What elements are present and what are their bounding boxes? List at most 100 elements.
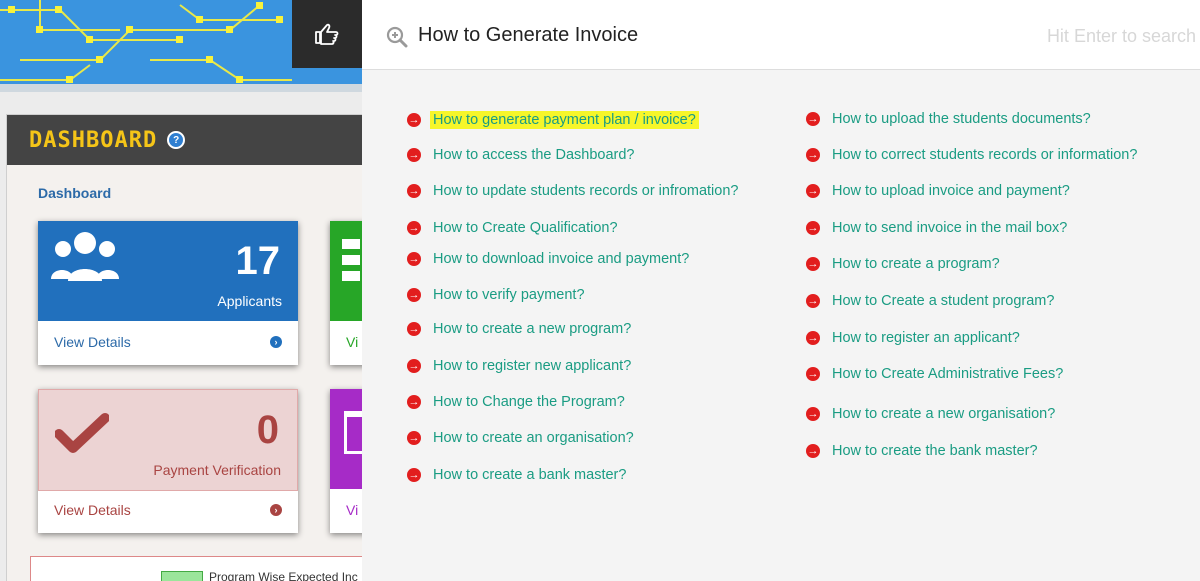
arrow-circle-right-icon: → xyxy=(407,359,421,373)
arrow-circle-right-icon: → xyxy=(806,407,820,421)
applicants-label: Applicants xyxy=(217,293,282,309)
faq-link-left[interactable]: → How to generate payment plan / invoice? xyxy=(407,111,699,129)
arrow-circle-right-icon: → xyxy=(806,367,820,381)
faq-link-text[interactable]: How to create a new organisation? xyxy=(832,406,1055,422)
faq-link-left[interactable]: → How to create an organisation? xyxy=(407,430,634,446)
partial-footer-label: Vi xyxy=(346,502,359,518)
faq-link-text[interactable]: How to download invoice and payment? xyxy=(433,251,689,267)
view-details-label: View Details xyxy=(54,502,131,518)
faq-link-text[interactable]: How to verify payment? xyxy=(433,287,585,303)
faq-link-right[interactable]: → How to Create a student program? xyxy=(806,293,1054,309)
faq-link-left[interactable]: → How to create a new program? xyxy=(407,321,631,337)
faq-link-left[interactable]: → How to register new applicant? xyxy=(407,358,631,374)
arrow-circle-right-icon: → xyxy=(407,322,421,336)
faq-link-text[interactable]: How to register new applicant? xyxy=(433,358,631,374)
faq-link-text[interactable]: How to send invoice in the mail box? xyxy=(832,220,1067,236)
arrow-circle-right-icon: → xyxy=(407,252,421,266)
breadcrumb[interactable]: Dashboard xyxy=(38,185,111,201)
faq-link-left[interactable]: → How to update students records or infro… xyxy=(407,183,738,199)
dashboard-title: DASHBOARD xyxy=(29,127,158,153)
partial-view-details[interactable]: Vi xyxy=(330,319,362,365)
arrow-circle-right-icon: → xyxy=(407,221,421,235)
arrow-right-circle-icon: › xyxy=(270,504,282,516)
arrow-circle-right-icon: → xyxy=(806,331,820,345)
faq-link-text[interactable]: How to Create Administrative Fees? xyxy=(832,366,1063,382)
faq-link-text[interactable]: How to update students records or infrom… xyxy=(433,183,738,199)
partial-footer-label: Vi xyxy=(346,334,359,350)
payment-card-top: 0 Payment Verification xyxy=(38,389,298,491)
dashboard-panel: DASHBOARD ? Dashboard 17 Applicants View… xyxy=(6,114,362,581)
faq-link-text[interactable]: How to generate payment plan / invoice? xyxy=(430,111,699,129)
faq-link-right[interactable]: → How to create the bank master? xyxy=(806,443,1038,459)
faq-link-left[interactable]: → How to access the Dashboard? xyxy=(407,147,635,163)
arrow-right-circle-icon: › xyxy=(270,336,282,348)
faq-link-left[interactable]: → How to Create Qualification? xyxy=(407,220,618,236)
payment-view-details[interactable]: View Details › xyxy=(38,487,298,533)
arrow-circle-right-icon: → xyxy=(806,148,820,162)
faq-link-right[interactable]: → How to upload the students documents? xyxy=(806,111,1091,127)
view-details-label: View Details xyxy=(54,334,131,350)
arrow-circle-right-icon: → xyxy=(806,112,820,126)
arrow-circle-right-icon: → xyxy=(407,148,421,162)
arrow-circle-right-icon: → xyxy=(806,184,820,198)
faq-link-text[interactable]: How to access the Dashboard? xyxy=(433,147,635,163)
help-overlay: How to Generate Invoice Hit Enter to sea… xyxy=(362,0,1200,581)
faq-link-text[interactable]: How to create a program? xyxy=(832,256,1000,272)
arrow-circle-right-icon: → xyxy=(407,288,421,302)
faq-link-text[interactable]: How to correct students records or infor… xyxy=(832,147,1137,163)
faq-link-left[interactable]: → How to verify payment? xyxy=(407,287,585,303)
payment-verification-count: 0 xyxy=(256,408,279,452)
pointer-hand-button[interactable] xyxy=(292,0,362,68)
partial-green-card: Vi xyxy=(330,221,362,365)
hand-pointer-icon xyxy=(315,23,339,45)
faq-link-text[interactable]: How to register an applicant? xyxy=(832,330,1020,346)
faq-link-right[interactable]: → How to create a new organisation? xyxy=(806,406,1055,422)
faq-link-text[interactable]: How to upload the students documents? xyxy=(832,111,1091,127)
help-search-bar[interactable]: How to Generate Invoice Hit Enter to sea… xyxy=(362,0,1200,70)
partial-purple-card: Vi xyxy=(330,389,362,533)
applicants-view-details[interactable]: View Details › xyxy=(38,319,298,365)
faq-link-left[interactable]: → How to Change the Program? xyxy=(407,394,625,410)
faq-link-left[interactable]: → How to create a bank master? xyxy=(407,467,626,483)
chart-legend-label: Program Wise Expected Inc xyxy=(209,570,358,581)
applicants-card-top: 17 Applicants xyxy=(38,221,298,321)
arrow-circle-right-icon: → xyxy=(407,468,421,482)
dashboard-background: DASHBOARD ? Dashboard 17 Applicants View… xyxy=(0,0,362,581)
faq-link-right[interactable]: → How to send invoice in the mail box? xyxy=(806,220,1067,236)
faq-link-text[interactable]: How to create an organisation? xyxy=(433,430,634,446)
faq-link-right[interactable]: → How to Create Administrative Fees? xyxy=(806,366,1063,382)
arrow-circle-right-icon: → xyxy=(806,444,820,458)
partial-view-details[interactable]: Vi xyxy=(330,487,362,533)
arrow-circle-right-icon: → xyxy=(407,395,421,409)
faq-link-right[interactable]: → How to upload invoice and payment? xyxy=(806,183,1070,199)
applicants-count: 17 xyxy=(235,239,281,283)
arrow-circle-right-icon: → xyxy=(806,221,820,235)
faq-link-text[interactable]: How to upload invoice and payment? xyxy=(832,183,1070,199)
arrow-circle-right-icon: → xyxy=(407,431,421,445)
chart-panel: Program Wise Expected Inc xyxy=(30,556,362,581)
faq-link-right[interactable]: → How to create a program? xyxy=(806,256,1000,272)
payment-verification-card: 0 Payment Verification View Details › xyxy=(38,389,298,533)
faq-link-right[interactable]: → How to correct students records or info… xyxy=(806,147,1137,163)
search-query[interactable]: How to Generate Invoice xyxy=(418,24,638,47)
arrow-circle-right-icon: → xyxy=(407,113,421,127)
question-circle-icon[interactable]: ? xyxy=(167,131,186,149)
dashboard-header: DASHBOARD ? xyxy=(7,115,362,165)
checkmark-icon xyxy=(55,413,109,453)
faq-link-text[interactable]: How to create a bank master? xyxy=(433,467,626,483)
faq-link-left[interactable]: → How to download invoice and payment? xyxy=(407,251,689,267)
arrow-circle-right-icon: → xyxy=(806,257,820,271)
faq-link-right[interactable]: → How to register an applicant? xyxy=(806,330,1020,346)
faq-link-text[interactable]: How to Create Qualification? xyxy=(433,220,618,236)
zoom-in-icon xyxy=(386,26,408,48)
faq-link-text[interactable]: How to create a new program? xyxy=(433,321,631,337)
arrow-circle-right-icon: → xyxy=(806,294,820,308)
payment-verification-label: Payment Verification xyxy=(153,462,281,478)
list-icon-area xyxy=(330,221,362,321)
legend-swatch xyxy=(161,571,203,581)
arrow-circle-right-icon: → xyxy=(407,184,421,198)
faq-link-text[interactable]: How to Create a student program? xyxy=(832,293,1054,309)
faq-link-text[interactable]: How to create the bank master? xyxy=(832,443,1038,459)
users-icon xyxy=(51,232,119,281)
faq-link-text[interactable]: How to Change the Program? xyxy=(433,394,625,410)
